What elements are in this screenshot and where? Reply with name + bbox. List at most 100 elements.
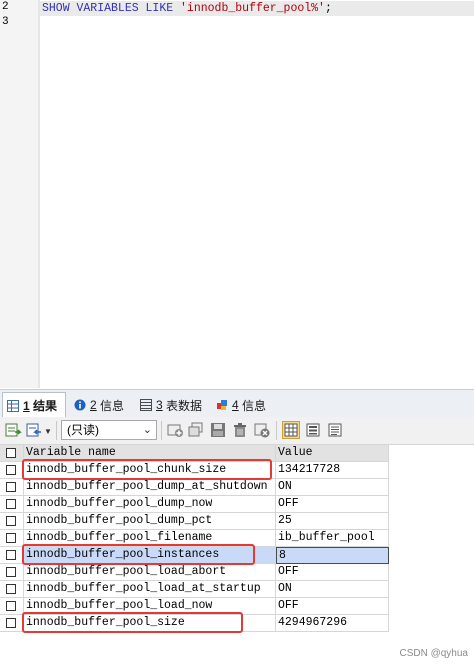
variable-name-cell[interactable]: innodb_buffer_pool_size — [24, 615, 276, 632]
grid-header-row: Variable name Value — [0, 445, 474, 462]
row-checkbox[interactable] — [6, 533, 16, 543]
table-row[interactable]: innodb_buffer_pool_filename ib_buffer_po… — [0, 530, 474, 547]
row-checkbox[interactable] — [6, 584, 16, 594]
result-grid-icon — [7, 399, 19, 412]
line-number: 3 — [2, 16, 9, 28]
table-row[interactable]: innodb_buffer_pool_dump_at_shutdown ON — [0, 479, 474, 496]
variable-name-cell[interactable]: innodb_buffer_pool_load_at_startup — [24, 581, 276, 598]
variable-name-cell[interactable]: innodb_buffer_pool_dump_pct — [24, 513, 276, 530]
tab-number: 3 — [156, 398, 163, 412]
row-select-cell[interactable] — [0, 496, 24, 513]
tab-number: 1 — [23, 398, 30, 413]
watermark: CSDN @qyhua — [399, 648, 468, 659]
value-cell[interactable]: 25 — [276, 513, 389, 530]
sql-string-literal: 'innodb_buffer_pool%' — [180, 2, 325, 15]
delete-icon[interactable] — [231, 421, 249, 439]
grid-view-icon[interactable] — [282, 421, 300, 439]
table-data-icon — [140, 399, 152, 411]
variable-name-cell[interactable]: innodb_buffer_pool_chunk_size — [24, 462, 276, 479]
tab-table-data[interactable]: 3 表数据 — [136, 393, 210, 417]
row-checkbox[interactable] — [6, 567, 16, 577]
value-cell[interactable]: 134217728 — [276, 462, 389, 479]
value-cell[interactable]: OFF — [276, 564, 389, 581]
table-row[interactable]: innodb_buffer_pool_chunk_size 134217728 — [0, 462, 474, 479]
row-select-cell[interactable] — [0, 513, 24, 530]
column-header-value[interactable]: Value — [276, 445, 389, 462]
gutter-divider — [38, 0, 40, 388]
add-row-icon[interactable] — [166, 421, 184, 439]
row-checkbox[interactable] — [6, 499, 16, 509]
row-checkbox[interactable] — [6, 482, 16, 492]
tab-label: 信息 — [242, 398, 267, 413]
current-line[interactable]: SHOW VARIABLES LIKE 'innodb_buffer_pool%… — [40, 1, 474, 16]
result-grid[interactable]: Variable name Value innodb_buffer_pool_c… — [0, 445, 474, 668]
row-checkbox[interactable] — [6, 618, 16, 628]
sql-terminator: ; — [324, 2, 332, 15]
copy-row-icon[interactable] — [187, 421, 205, 439]
result-tabs: 1 结果 2 信息 3 表数据 4 信息 — [0, 389, 474, 418]
column-header-variable-name[interactable]: Variable name — [24, 445, 276, 462]
value-cell[interactable]: 4294967296 — [276, 615, 389, 632]
text-view-icon[interactable] — [326, 421, 344, 439]
value-cell-focused[interactable]: 8 — [276, 547, 389, 564]
chevron-down-icon[interactable]: ▼ — [44, 427, 52, 436]
row-checkbox[interactable] — [6, 465, 16, 475]
value-cell[interactable]: ON — [276, 479, 389, 496]
chevron-down-icon: ⌄ — [142, 424, 152, 436]
variable-name-cell[interactable]: innodb_buffer_pool_dump_now — [24, 496, 276, 513]
select-all-checkbox[interactable] — [6, 448, 16, 458]
variable-name-cell[interactable]: innodb_buffer_pool_dump_at_shutdown — [24, 479, 276, 496]
tab-number: 2 — [90, 398, 97, 412]
value-cell[interactable]: OFF — [276, 598, 389, 615]
sql-editor[interactable]: 2 3 SHOW VARIABLES LIKE 'innodb_buffer_p… — [0, 0, 474, 388]
row-select-cell[interactable] — [0, 598, 24, 615]
row-select-cell[interactable] — [0, 547, 24, 564]
cancel-icon[interactable] — [253, 421, 271, 439]
mode-select-value: (只读) — [67, 423, 99, 437]
tab-label: 结果 — [33, 399, 58, 413]
tab-label: 信息 — [100, 398, 125, 413]
row-select-cell[interactable] — [0, 564, 24, 581]
info-puzzle-icon — [216, 399, 228, 411]
readonly-mode-select[interactable]: (只读) ⌄ — [61, 420, 157, 440]
row-checkbox[interactable] — [6, 516, 16, 526]
table-row[interactable]: innodb_buffer_pool_dump_pct 25 — [0, 513, 474, 530]
variable-name-cell[interactable]: innodb_buffer_pool_filename — [24, 530, 276, 547]
table-row[interactable]: innodb_buffer_pool_load_at_startup ON — [0, 581, 474, 598]
save-icon[interactable] — [209, 421, 227, 439]
tab-number: 4 — [232, 398, 239, 412]
info-icon — [74, 399, 86, 411]
toolbar-divider — [276, 421, 277, 440]
row-checkbox[interactable] — [6, 550, 16, 560]
variable-name-cell[interactable]: innodb_buffer_pool_load_now — [24, 598, 276, 615]
sql-keyword: SHOW VARIABLES LIKE — [42, 2, 174, 15]
row-select-cell[interactable] — [0, 462, 24, 479]
table-row[interactable]: innodb_buffer_pool_dump_now OFF — [0, 496, 474, 513]
table-row[interactable]: innodb_buffer_pool_size 4294967296 — [0, 615, 474, 632]
value-cell[interactable]: ON — [276, 581, 389, 598]
line-number-gutter: 2 3 — [0, 0, 38, 388]
variable-name-cell[interactable]: innodb_buffer_pool_load_abort — [24, 564, 276, 581]
form-view-icon[interactable] — [304, 421, 322, 439]
table-row[interactable]: innodb_buffer_pool_load_abort OFF — [0, 564, 474, 581]
row-checkbox[interactable] — [6, 601, 16, 611]
value-cell[interactable]: ib_buffer_pool — [276, 530, 389, 547]
row-select-cell[interactable] — [0, 615, 24, 632]
table-row-selected[interactable]: innodb_buffer_pool_instances 8 — [0, 547, 474, 564]
import-icon[interactable] — [25, 421, 43, 439]
tab-info-2[interactable]: 4 信息 — [212, 393, 276, 417]
row-select-cell[interactable] — [0, 479, 24, 496]
row-select-cell[interactable] — [0, 581, 24, 598]
tab-info[interactable]: 2 信息 — [70, 393, 132, 417]
export-icon[interactable] — [4, 421, 22, 439]
row-select-cell[interactable] — [0, 530, 24, 547]
table-row[interactable]: innodb_buffer_pool_load_now OFF — [0, 598, 474, 615]
toolbar-divider — [56, 421, 57, 440]
tab-results[interactable]: 1 结果 — [2, 392, 66, 418]
value-cell[interactable]: OFF — [276, 496, 389, 513]
sql-statement[interactable]: SHOW VARIABLES LIKE 'innodb_buffer_pool%… — [42, 1, 332, 16]
tab-label: 表数据 — [166, 398, 203, 413]
variable-name-cell[interactable]: innodb_buffer_pool_instances — [24, 547, 276, 564]
result-toolbar: ▼ (只读) ⌄ — [0, 417, 474, 445]
select-all-cell[interactable] — [0, 445, 24, 462]
